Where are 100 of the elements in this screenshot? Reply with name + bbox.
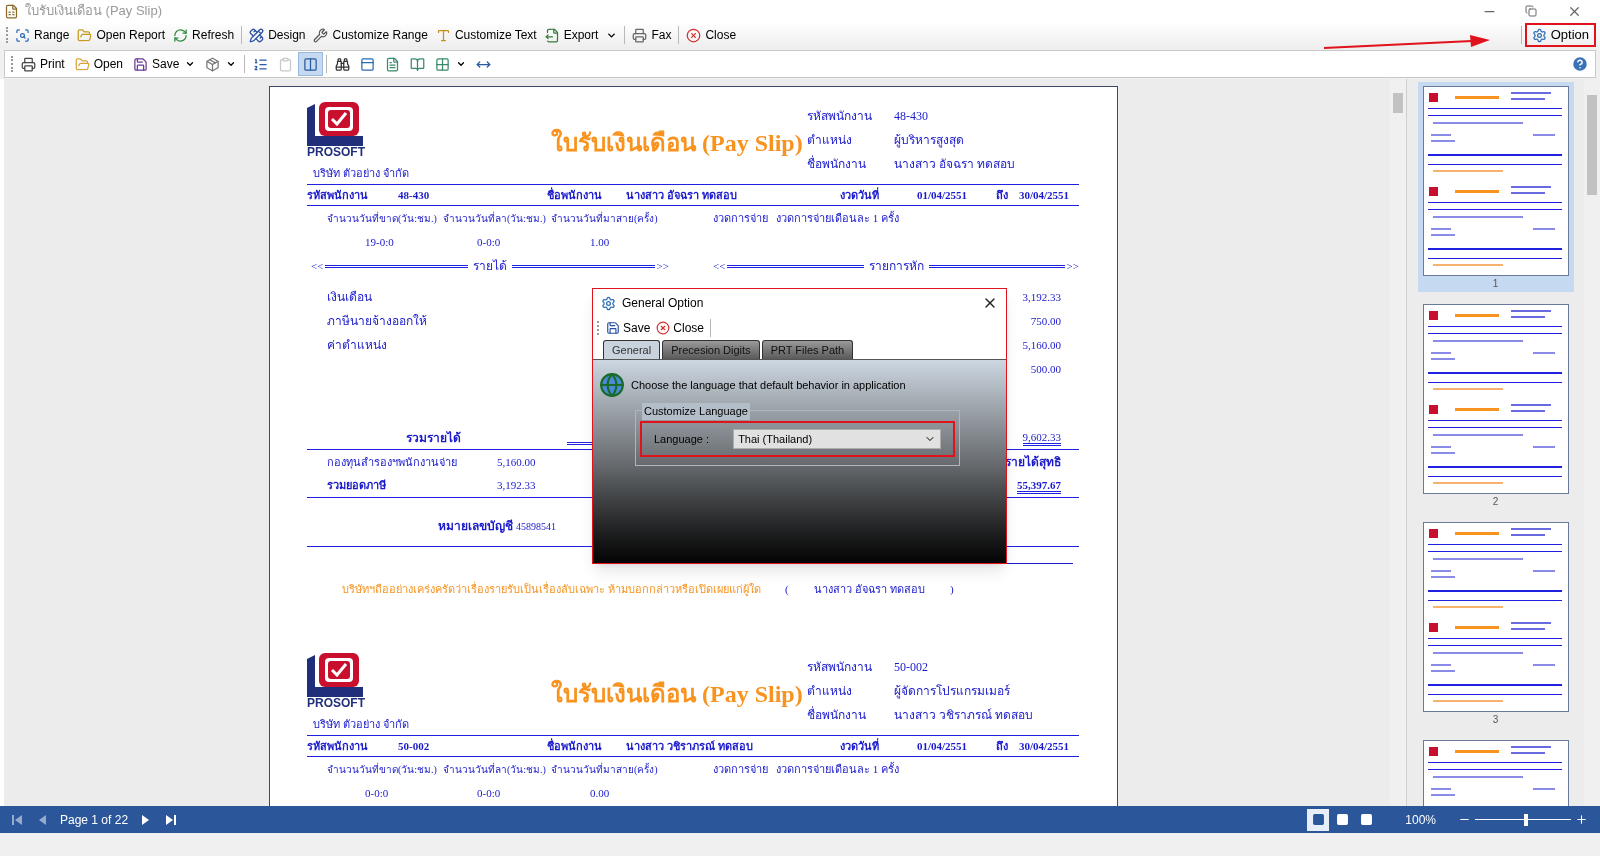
income-item: ค่าตำแหน่ง [327, 338, 387, 352]
field-label: หมายเลขบัญชี [438, 519, 513, 533]
caret-icon [226, 59, 237, 69]
page-thumbnail[interactable]: 3 [1417, 518, 1574, 728]
field-value: 30/04/2551 [1019, 188, 1070, 201]
toolbar-icon [435, 27, 451, 43]
toolbar-button[interactable]: Print [16, 52, 70, 76]
section-marker: >> [1066, 258, 1079, 274]
toolbar-button[interactable]: Save [128, 52, 201, 76]
tab[interactable]: Precesion Digits [662, 340, 760, 359]
slip-title: ใบรับเงินเดือน (Pay Slip) [551, 127, 803, 158]
toolbar-icon [205, 56, 221, 72]
field-value: 01/04/2551 [917, 188, 968, 201]
field-label: ชื่อพนักงาน [807, 706, 867, 724]
toolbar-button[interactable]: Open [69, 52, 129, 76]
toolbar-button[interactable]: Range [11, 24, 74, 46]
field-value: ผู้จัดการโปรแกรมเมอร์ [894, 683, 1010, 700]
logo-text: PROSOFT [307, 697, 365, 710]
settings-icon [1531, 27, 1547, 43]
toolbar-icon [410, 56, 426, 72]
toolbar-icon [77, 27, 93, 43]
amount: 750.00 [1030, 314, 1061, 327]
last-page-button[interactable] [166, 813, 177, 826]
field-value: นางสาว วชิราภรณ์ ทดสอบ [894, 707, 1033, 724]
field-value: 0-0:0 [477, 787, 501, 800]
toolbar-icon [335, 56, 351, 72]
tab[interactable]: General [603, 340, 661, 359]
toolbar-icon [544, 27, 560, 43]
option-button[interactable]: Option [1524, 23, 1596, 47]
help-icon[interactable] [1571, 55, 1589, 73]
toolbar-icon [686, 27, 702, 43]
field-label: รหัสพนักงาน [307, 188, 368, 201]
field-value: 48-430 [894, 108, 928, 125]
amount: 3,192.33 [497, 478, 536, 494]
toolbar-button[interactable]: Export [540, 24, 622, 46]
net-amount: 55,397.67 [1017, 479, 1061, 495]
field-value: 45898541 [516, 520, 556, 534]
dialog-toolbar-button[interactable]: Close [653, 319, 708, 337]
signer-bracket: ( [785, 582, 789, 595]
field-label: กองทุนสำรองฯพนักงานจ่าย [327, 455, 457, 468]
confidential-notice: บริษัทฯถืออย่างเคร่งครัดว่าเรื่องรายรับเป็นเรื่องลับเฉพาะ ห้ามบอกกล่าวหรือเปิดเผยแก่ผู้ใด [342, 582, 761, 595]
page-thumbnail[interactable]: 1 [1417, 82, 1574, 292]
amount: 9,602.33 [1022, 431, 1061, 447]
field-value: 50-002 [894, 659, 928, 676]
language-dropdown[interactable]: Thai (Thailand) [733, 429, 941, 449]
logo-text: PROSOFT [307, 146, 365, 159]
zoom-in-icon[interactable] [1575, 813, 1588, 826]
field-label: ถึง [996, 188, 1008, 201]
toolbar-icon [313, 27, 329, 43]
amount: 5,160.00 [497, 454, 536, 470]
toolbar-button[interactable]: Close [682, 24, 741, 46]
view-mode-button[interactable] [1307, 808, 1330, 831]
toolbar-button[interactable]: Design [245, 24, 310, 46]
section-marker: << [713, 258, 726, 274]
toolbar-button[interactable]: Customize Text [431, 24, 541, 46]
field-label: รหัสพนักงาน [307, 739, 368, 752]
field-value: นางสาว อัจฉรา ทดสอบ [894, 156, 1015, 173]
view-mode-icon [1311, 813, 1325, 826]
page-indicator: Page 1 of 22 [60, 811, 129, 829]
field-value: 48-430 [398, 188, 430, 201]
group-title: Customize Language [642, 403, 750, 420]
window-title: ใบรับเงินเดือน (Pay Slip) [25, 2, 162, 21]
toolbar-icon [173, 27, 189, 43]
signer-name: นางสาว อัจฉรา ทดสอบ [814, 582, 925, 595]
slip-title: ใบรับเงินเดือน (Pay Slip) [551, 678, 803, 709]
zoom-slider[interactable] [1475, 812, 1571, 827]
zoom-percent: 100% [1405, 811, 1436, 829]
view-mode-icon [1359, 813, 1373, 826]
income-item: เงินเดือน [327, 290, 372, 304]
restore-icon[interactable] [1525, 5, 1537, 17]
column-heading: จำนวนวันที่ขาด(วัน:ชม.) [327, 212, 437, 224]
toolbar-icon [15, 27, 30, 43]
income-item: ภาษีนายจ้างออกให้ [327, 314, 427, 328]
toolbar-button[interactable]: Open Report [73, 24, 170, 46]
dialog-icon [601, 295, 616, 311]
field-label: งวดการจ่าย [713, 211, 768, 224]
field-value: 0-0:0 [477, 236, 501, 249]
view-mode-icon [1335, 813, 1349, 826]
field-label: งวดวันที่ [840, 739, 879, 752]
field-value: 30/04/2551 [1019, 739, 1070, 752]
toolbar-icon [632, 27, 648, 43]
amount: 500.00 [1030, 362, 1061, 375]
toolbar-button[interactable]: Customize Range [309, 24, 432, 46]
toolbar-button[interactable]: Refresh [169, 24, 239, 46]
save-icon [606, 321, 620, 335]
tab[interactable]: PRT Files Path [761, 340, 854, 359]
toolbar-button[interactable]: Fax [628, 24, 676, 46]
dialog-title: General Option [622, 295, 704, 312]
field-value: 1.00 [590, 236, 610, 249]
company-name: บริษัท ตัวอย่าง จำกัด [313, 165, 410, 181]
slider-thumb[interactable] [1523, 813, 1528, 826]
field-label: ชื่อพนักงาน [807, 155, 867, 173]
scrollbar[interactable] [1584, 79, 1600, 806]
field-label: ชื่อพนักงาน [547, 739, 602, 752]
field-value: 0.00 [590, 787, 610, 800]
page-thumbnail[interactable]: 2 [1417, 300, 1574, 510]
field-label: Language : [654, 431, 711, 447]
close-icon [656, 321, 671, 335]
toolbar-button[interactable] [298, 52, 324, 76]
dialog-toolbar-button[interactable]: Save [603, 319, 654, 337]
